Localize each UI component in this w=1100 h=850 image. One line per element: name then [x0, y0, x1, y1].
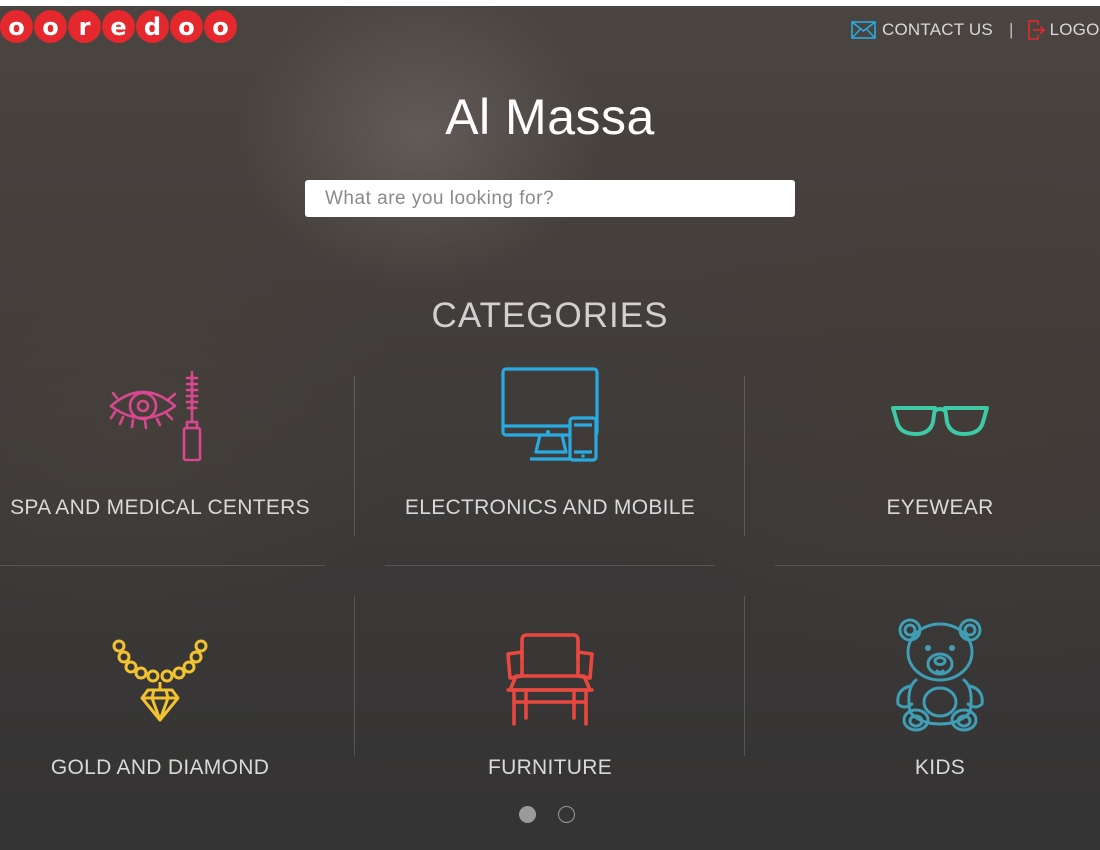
category-label: FURNITURE — [487, 756, 613, 779]
categories-heading: CATEGORIES — [431, 296, 669, 335]
category-label: EYEWEAR — [886, 496, 994, 519]
page-background: o o r e d o o CONTACT US | LOGO Al Massa… — [0, 6, 1100, 850]
category-tile-furniture[interactable]: FURNITURE — [390, 626, 710, 786]
grid-divider — [385, 565, 715, 566]
contact-us-link[interactable]: CONTACT US — [851, 20, 993, 40]
top-nav: CONTACT US | LOGO — [851, 20, 1100, 40]
category-label: ELECTRONICS AND MOBILE — [404, 496, 696, 519]
category-label: SPA AND MEDICAL CENTERS — [10, 496, 310, 519]
grid-divider — [775, 565, 1100, 566]
contact-us-label: CONTACT US — [882, 20, 993, 39]
armchair-icon — [390, 632, 710, 736]
envelope-icon — [851, 21, 876, 39]
category-tile-kids[interactable]: KIDS — [780, 618, 1100, 786]
category-label: KIDS — [914, 756, 966, 779]
eye-mascara-icon — [0, 366, 320, 470]
category-tile-eyewear[interactable]: EYEWEAR — [780, 366, 1100, 526]
computer-mobile-icon — [390, 366, 710, 470]
page-dot-2[interactable] — [558, 806, 575, 823]
logout-label: LOGO — [1049, 20, 1100, 39]
grid-divider — [354, 596, 355, 756]
category-tile-gold[interactable]: GOLD AND DIAMOND — [0, 626, 320, 786]
logout-icon — [1027, 20, 1046, 40]
grid-divider — [744, 596, 745, 756]
category-tile-electronics[interactable]: ELECTRONICS AND MOBILE — [390, 366, 710, 526]
search-input[interactable] — [305, 180, 795, 217]
nav-separator: | — [1008, 20, 1014, 39]
page-title: Al Massa — [445, 89, 655, 145]
category-tile-spa[interactable]: SPA AND MEDICAL CENTERS — [0, 366, 320, 526]
grid-divider — [0, 565, 325, 566]
grid-divider — [744, 376, 745, 536]
necklace-icon — [0, 626, 320, 730]
page-dot-1[interactable] — [519, 806, 536, 823]
grid-divider — [354, 376, 355, 536]
pagination-dots — [519, 806, 575, 823]
logout-link[interactable]: LOGO — [1027, 20, 1100, 40]
category-label: GOLD AND DIAMOND — [50, 756, 270, 779]
teddy-bear-icon — [780, 616, 1100, 740]
glasses-icon — [780, 400, 1100, 444]
ooredoo-logo[interactable]: o o r e d o o — [0, 10, 238, 50]
